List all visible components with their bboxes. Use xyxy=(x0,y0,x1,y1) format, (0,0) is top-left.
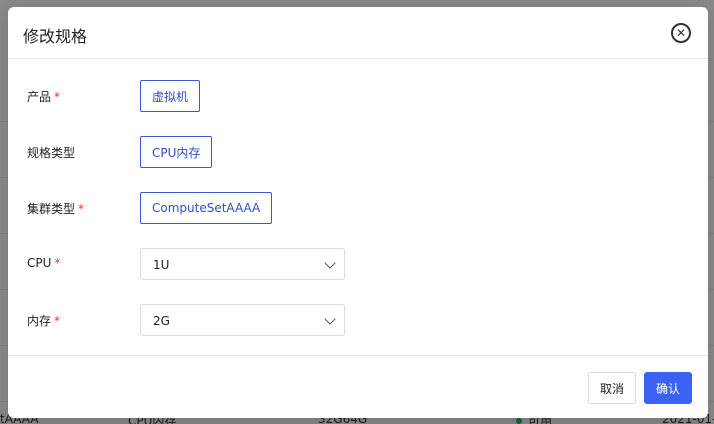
form-row-spec-type: 规格类型 CPU内存 xyxy=(8,136,708,168)
memory-label: 内存 * xyxy=(27,314,61,328)
edit-spec-dialog: 修改规格 ✕ 产品 * 虚拟机 规格类型 CPU内存 集群类型 * ComputeS… xyxy=(8,7,708,418)
form-row-cluster-type: 集群类型 * ComputeSetAAAA xyxy=(8,192,708,224)
cluster-type-tag[interactable]: ComputeSetAAAA xyxy=(140,192,273,224)
cpu-select[interactable]: 1U xyxy=(140,248,345,280)
confirm-button[interactable]: 确认 xyxy=(644,372,692,404)
cpu-select-value: 1U xyxy=(153,258,170,272)
cluster-type-label: 集群类型 * xyxy=(27,202,85,216)
product-tag[interactable]: 虚拟机 xyxy=(140,80,201,112)
spec-type-tag[interactable]: CPU内存 xyxy=(140,136,213,168)
chevron-down-icon xyxy=(324,313,336,325)
close-icon[interactable]: ✕ xyxy=(671,23,691,43)
cpu-label: CPU * xyxy=(27,256,61,270)
required-marker: * xyxy=(54,256,61,270)
dialog-title: 修改规格 xyxy=(23,27,88,46)
form-row-cpu: CPU * 1U xyxy=(8,248,708,280)
cancel-button[interactable]: 取消 xyxy=(588,372,636,404)
chevron-down-icon xyxy=(324,257,336,269)
spec-type-label: 规格类型 xyxy=(27,146,76,160)
form-row-memory: 内存 * 2G xyxy=(8,304,708,336)
required-marker: * xyxy=(54,90,61,104)
memory-select-value: 2G xyxy=(153,314,170,328)
required-marker: * xyxy=(78,202,85,216)
dialog-footer: 取消 确认 xyxy=(8,355,708,418)
form-row-product: 产品 * 虚拟机 xyxy=(8,80,708,112)
required-marker: * xyxy=(54,314,61,328)
memory-select[interactable]: 2G xyxy=(140,304,345,336)
product-label: 产品 * xyxy=(27,90,61,104)
dialog-header: 修改规格 ✕ xyxy=(8,7,708,59)
